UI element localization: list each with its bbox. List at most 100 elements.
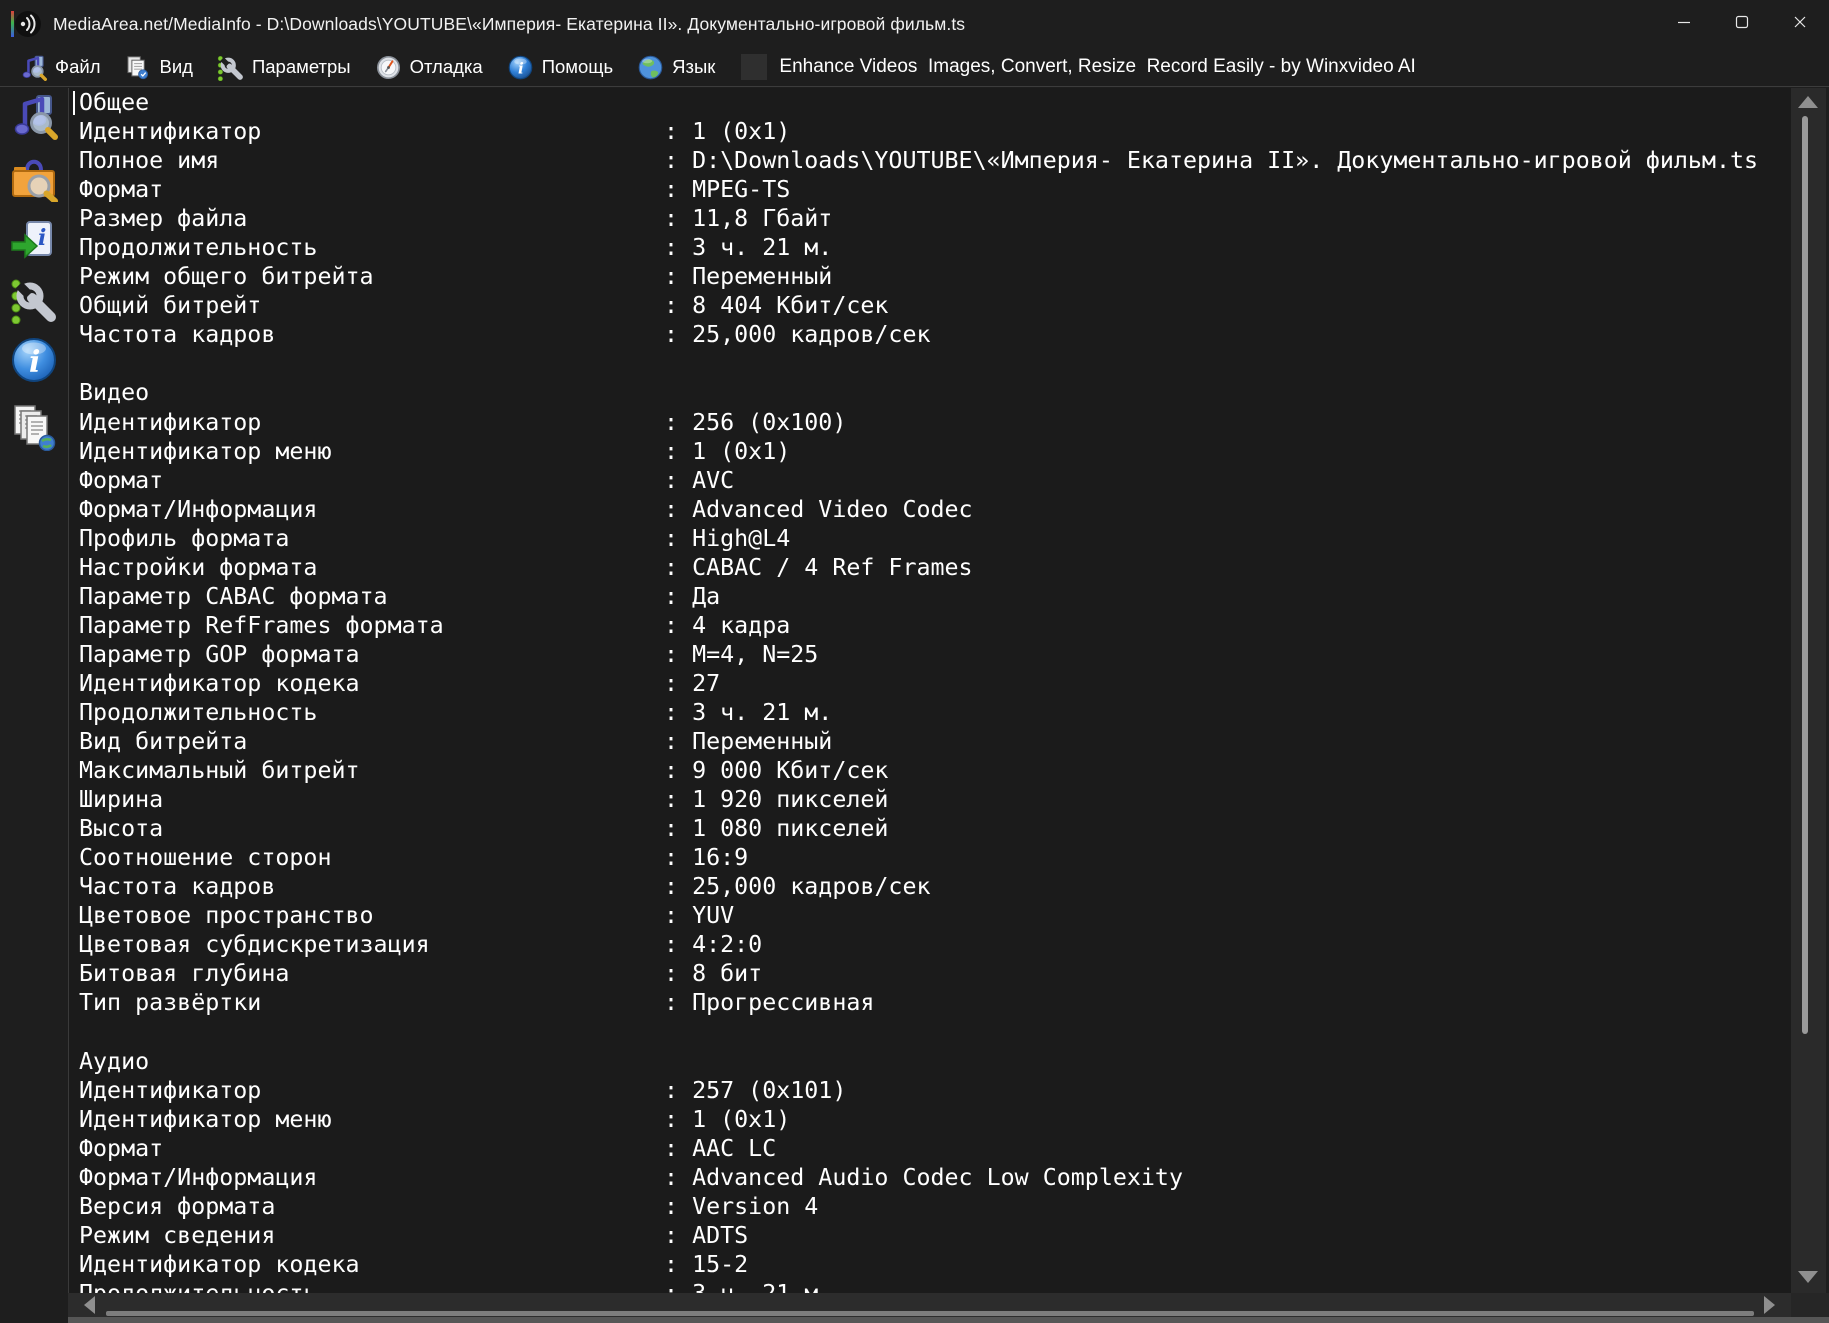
vertical-scrollbar[interactable] bbox=[1791, 88, 1826, 1293]
row-label: Формат bbox=[79, 176, 664, 203]
row-label: Цветовая субдискретизация bbox=[79, 931, 664, 958]
toolbar-options-button[interactable] bbox=[9, 277, 59, 327]
left-toolbar: ii bbox=[0, 88, 68, 1323]
row-label: Цветовое пространство bbox=[79, 902, 664, 929]
horizontal-scrollbar-thumb[interactable] bbox=[106, 1311, 1754, 1316]
row-separator: : bbox=[664, 263, 692, 290]
row-separator: : bbox=[664, 554, 692, 581]
row-label: Высота bbox=[79, 815, 664, 842]
row-separator: : bbox=[664, 1077, 692, 1104]
horizontal-scrollbar[interactable] bbox=[68, 1293, 1791, 1317]
svg-text:i: i bbox=[518, 59, 524, 77]
toolbar-web-report-button[interactable] bbox=[9, 404, 59, 454]
blank-line bbox=[69, 1018, 1791, 1047]
row-value: 257 (0x101) bbox=[692, 1077, 846, 1104]
row-value: Прогрессивная bbox=[692, 989, 874, 1016]
row-label: Параметр GOP формата bbox=[79, 641, 664, 668]
mediainfo-window: { "window": { "title": "MediaArea.net/Me… bbox=[0, 0, 1829, 1323]
scroll-up-icon[interactable] bbox=[1798, 96, 1818, 108]
row-separator: : bbox=[664, 757, 692, 784]
row-label: Настройки формата bbox=[79, 554, 664, 581]
maximize-icon bbox=[1734, 14, 1750, 35]
row-separator: : bbox=[664, 467, 692, 494]
toolbar-open-folder-button[interactable] bbox=[9, 155, 59, 205]
menu-item-label: Файл bbox=[55, 56, 100, 78]
row-value: 15-2 bbox=[692, 1251, 748, 1278]
menu-item-help[interactable]: i Помощь bbox=[495, 48, 625, 86]
close-button[interactable] bbox=[1771, 0, 1829, 48]
toolbar-export-button[interactable]: i bbox=[9, 218, 59, 268]
row-label: Соотношение сторон bbox=[79, 844, 664, 871]
row-separator: : bbox=[664, 147, 692, 174]
row-label: Ширина bbox=[79, 786, 664, 813]
row-value: 3 ч. 21 м. bbox=[692, 234, 832, 261]
row-value: 16:9 bbox=[692, 844, 748, 871]
row-value: Переменный bbox=[692, 728, 832, 755]
winxvideo-promo-text[interactable]: Enhance Videos Images, Convert, Resize R… bbox=[779, 56, 1415, 78]
row-separator: : bbox=[664, 612, 692, 639]
menu-item-options[interactable]: Параметры bbox=[205, 48, 363, 86]
row-separator: : bbox=[664, 438, 692, 465]
row-label: Профиль формата bbox=[79, 525, 664, 552]
toolbar-about-button[interactable]: i bbox=[9, 337, 59, 387]
info-row: Режим сведения: ADTS bbox=[69, 1221, 1791, 1250]
note-search-icon bbox=[20, 54, 47, 81]
window-bottom-edge bbox=[68, 1317, 1829, 1323]
menu-item-label: Помощь bbox=[542, 56, 613, 78]
row-value: 9 000 Кбит/сек bbox=[692, 757, 888, 784]
info-row: Частота кадров: 25,000 кадров/сек bbox=[69, 872, 1791, 901]
menu-item-debug[interactable]: Отладка bbox=[363, 48, 495, 86]
vertical-scrollbar-thumb[interactable] bbox=[1802, 116, 1808, 1034]
scroll-left-icon[interactable] bbox=[84, 1296, 95, 1314]
row-separator: : bbox=[664, 641, 692, 668]
row-separator: : bbox=[664, 960, 692, 987]
wrench-dots-icon bbox=[10, 276, 58, 329]
svg-text:i: i bbox=[38, 225, 46, 251]
row-separator: : bbox=[664, 1222, 692, 1249]
row-label: Формат/Информация bbox=[79, 496, 664, 523]
row-value: 1 (0x1) bbox=[692, 438, 790, 465]
row-separator: : bbox=[664, 931, 692, 958]
row-value: D:\Downloads\YOUTUBE\«Империя- Екатерина… bbox=[692, 147, 1758, 174]
row-value: 4 кадра bbox=[692, 612, 790, 639]
row-separator: : bbox=[664, 1251, 692, 1278]
scroll-down-icon[interactable] bbox=[1798, 1271, 1818, 1283]
row-separator: : bbox=[664, 525, 692, 552]
row-label: Режим сведения bbox=[79, 1222, 664, 1249]
info-row: Частота кадров: 25,000 кадров/сек bbox=[69, 320, 1791, 349]
scroll-right-icon[interactable] bbox=[1764, 1296, 1775, 1314]
row-separator: : bbox=[664, 786, 692, 813]
blank-line bbox=[69, 349, 1791, 378]
row-separator: : bbox=[664, 1106, 692, 1133]
info-row: Идентификатор: 256 (0x100) bbox=[69, 408, 1791, 437]
papers-icon bbox=[124, 54, 151, 81]
row-label: Версия формата bbox=[79, 1193, 664, 1220]
info-row: Параметр RefFrames формата: 4 кадра bbox=[69, 611, 1791, 640]
row-value: 1 080 пикселей bbox=[692, 815, 888, 842]
media-info-text[interactable]: ОбщееИдентификатор: 1 (0x1)Полное имя: D… bbox=[68, 88, 1791, 1293]
row-label: Режим общего битрейта bbox=[79, 263, 664, 290]
info-row: Вид битрейта: Переменный bbox=[69, 727, 1791, 756]
info-row: Продолжительность: 3 ч. 21 м. bbox=[69, 698, 1791, 727]
row-value: 3 ч. 21 м. bbox=[692, 1280, 832, 1293]
info-row: Цветовое пространство: YUV bbox=[69, 901, 1791, 930]
info-row: Идентификатор кодека: 27 bbox=[69, 669, 1791, 698]
row-label: Идентификатор bbox=[79, 1077, 664, 1104]
title-bar: MediaArea.net/MediaInfo - D:\Downloads\Y… bbox=[0, 0, 1829, 48]
maximize-button[interactable] bbox=[1713, 0, 1771, 48]
row-label: Продолжительность bbox=[79, 699, 664, 726]
row-label: Частота кадров bbox=[79, 873, 664, 900]
menu-item-view[interactable]: Вид bbox=[112, 48, 204, 86]
row-separator: : bbox=[664, 728, 692, 755]
toolbar-open-file-button[interactable] bbox=[9, 93, 59, 143]
row-separator: : bbox=[664, 292, 692, 319]
wrench-dots-icon bbox=[217, 54, 244, 81]
menu-item-language[interactable]: Язык bbox=[625, 48, 727, 86]
menu-item-file[interactable]: Файл bbox=[8, 48, 112, 86]
globe-icon bbox=[637, 54, 664, 81]
row-label: Идентификатор bbox=[79, 409, 664, 436]
minimize-button[interactable] bbox=[1655, 0, 1713, 48]
info-row: Тип развёртки: Прогрессивная bbox=[69, 988, 1791, 1017]
info-row: Формат: AAC LC bbox=[69, 1134, 1791, 1163]
row-separator: : bbox=[664, 118, 692, 145]
